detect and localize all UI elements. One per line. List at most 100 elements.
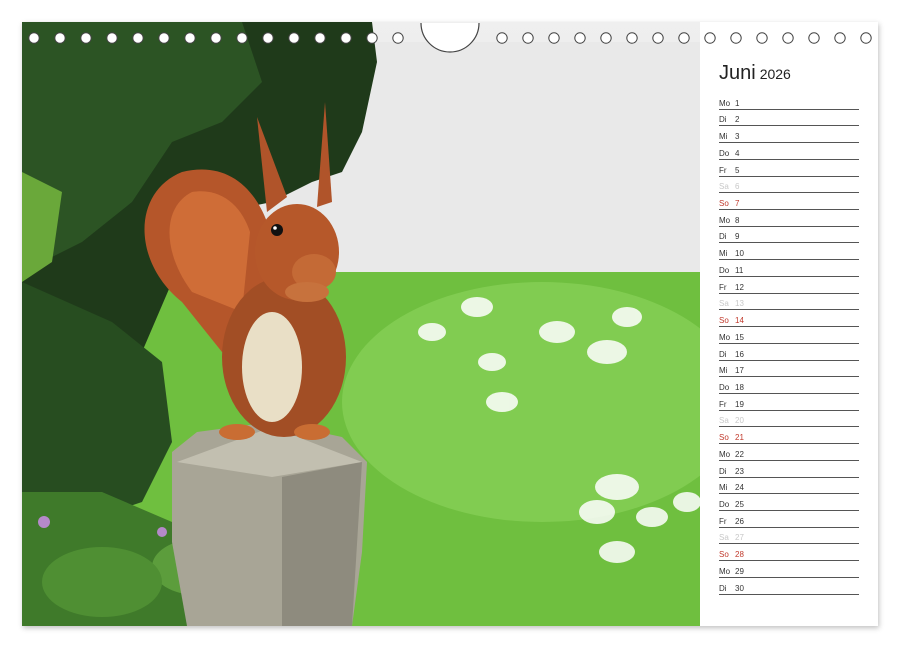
day-row: Sa27: [719, 528, 859, 545]
weekday-abbrev: Fr: [719, 166, 735, 175]
binding-hole: [185, 33, 195, 43]
weekday-abbrev: Mo: [719, 333, 735, 342]
day-row: Do11: [719, 260, 859, 277]
weekday-abbrev: Mo: [719, 450, 735, 459]
day-row: Mo8: [719, 210, 859, 227]
weekday-abbrev: So: [719, 550, 735, 559]
day-number: 23: [735, 467, 744, 476]
spiral-binding: [22, 22, 878, 56]
weekday-abbrev: Fr: [719, 517, 735, 526]
binding-hole: [861, 33, 871, 43]
binding-hole: [497, 33, 507, 43]
weekday-abbrev: Sa: [719, 533, 735, 542]
day-row: Fr12: [719, 277, 859, 294]
day-number: 22: [735, 450, 744, 459]
day-row: Di2: [719, 110, 859, 127]
weekday-abbrev: Sa: [719, 299, 735, 308]
binding-hole: [549, 33, 559, 43]
day-row: Sa6: [719, 177, 859, 194]
binding-hole: [289, 33, 299, 43]
binding-hole: [393, 33, 403, 43]
weekday-abbrev: Mi: [719, 366, 735, 375]
weekday-abbrev: Mi: [719, 483, 735, 492]
day-row: Fr5: [719, 160, 859, 177]
day-number: 18: [735, 383, 744, 392]
day-list: Mo1Di2Mi3Do4Fr5Sa6So7Mo8Di9Mi10Do11Fr12S…: [719, 93, 859, 595]
day-number: 5: [735, 166, 739, 175]
day-row: So7: [719, 193, 859, 210]
day-number: 10: [735, 249, 744, 258]
binding-hole: [601, 33, 611, 43]
binding-hole: [679, 33, 689, 43]
day-number: 15: [735, 333, 744, 342]
day-number: 12: [735, 283, 744, 292]
weekday-abbrev: Do: [719, 149, 735, 158]
squirrel-photo: [22, 22, 700, 626]
day-row: So21: [719, 427, 859, 444]
day-row: So28: [719, 544, 859, 561]
weekday-abbrev: Mo: [719, 99, 735, 108]
month-title: Juni2026: [719, 62, 791, 85]
binding-hole: [29, 33, 39, 43]
calendar-page: Juni2026 Mo1Di2Mi3Do4Fr5Sa6So7Mo8Di9Mi10…: [22, 22, 878, 626]
day-number: 17: [735, 366, 744, 375]
binding-hole: [81, 33, 91, 43]
weekday-abbrev: Fr: [719, 400, 735, 409]
day-number: 8: [735, 216, 739, 225]
day-number: 13: [735, 299, 744, 308]
day-row: Di9: [719, 227, 859, 244]
day-number: 9: [735, 232, 739, 241]
day-row: Mo15: [719, 327, 859, 344]
weekday-abbrev: Di: [719, 350, 735, 359]
month-name: Juni: [719, 62, 756, 84]
day-row: Di16: [719, 344, 859, 361]
day-number: 19: [735, 400, 744, 409]
day-number: 6: [735, 182, 739, 191]
binding-hole: [107, 33, 117, 43]
weekday-abbrev: So: [719, 316, 735, 325]
binding-hole: [783, 33, 793, 43]
calendar-panel: Juni2026 Mo1Di2Mi3Do4Fr5Sa6So7Mo8Di9Mi10…: [700, 22, 878, 626]
day-row: Do18: [719, 377, 859, 394]
year-label: 2026: [760, 66, 791, 82]
day-number: 3: [735, 132, 739, 141]
day-row: So14: [719, 310, 859, 327]
binding-hole: [835, 33, 845, 43]
day-row: Mi24: [719, 478, 859, 495]
squirrel-illustration: [22, 22, 700, 626]
weekday-abbrev: Mo: [719, 567, 735, 576]
binding-hole: [159, 33, 169, 43]
weekday-abbrev: So: [719, 433, 735, 442]
day-number: 11: [735, 266, 743, 275]
day-number: 7: [735, 199, 739, 208]
day-number: 21: [735, 433, 744, 442]
binding-holes: [22, 22, 878, 56]
weekday-abbrev: Do: [719, 500, 735, 509]
binding-hole: [523, 33, 533, 43]
day-number: 25: [735, 500, 744, 509]
binding-hole: [315, 33, 325, 43]
binding-hole: [705, 33, 715, 43]
day-number: 24: [735, 483, 744, 492]
weekday-abbrev: Mi: [719, 132, 735, 141]
day-row: Mo29: [719, 561, 859, 578]
weekday-abbrev: Sa: [719, 416, 735, 425]
binding-hole: [731, 33, 741, 43]
day-number: 29: [735, 567, 744, 576]
day-number: 28: [735, 550, 744, 559]
weekday-abbrev: Mo: [719, 216, 735, 225]
day-row: Sa20: [719, 411, 859, 428]
day-number: 2: [735, 115, 739, 124]
day-row: Mo22: [719, 444, 859, 461]
binding-hole: [341, 33, 351, 43]
weekday-abbrev: Di: [719, 584, 735, 593]
weekday-abbrev: Mi: [719, 249, 735, 258]
binding-hole: [575, 33, 585, 43]
binding-hole: [55, 33, 65, 43]
binding-hole: [627, 33, 637, 43]
weekday-abbrev: Do: [719, 383, 735, 392]
day-row: Fr26: [719, 511, 859, 528]
day-row: Di30: [719, 578, 859, 595]
binding-hole: [133, 33, 143, 43]
binding-hole: [367, 33, 377, 43]
